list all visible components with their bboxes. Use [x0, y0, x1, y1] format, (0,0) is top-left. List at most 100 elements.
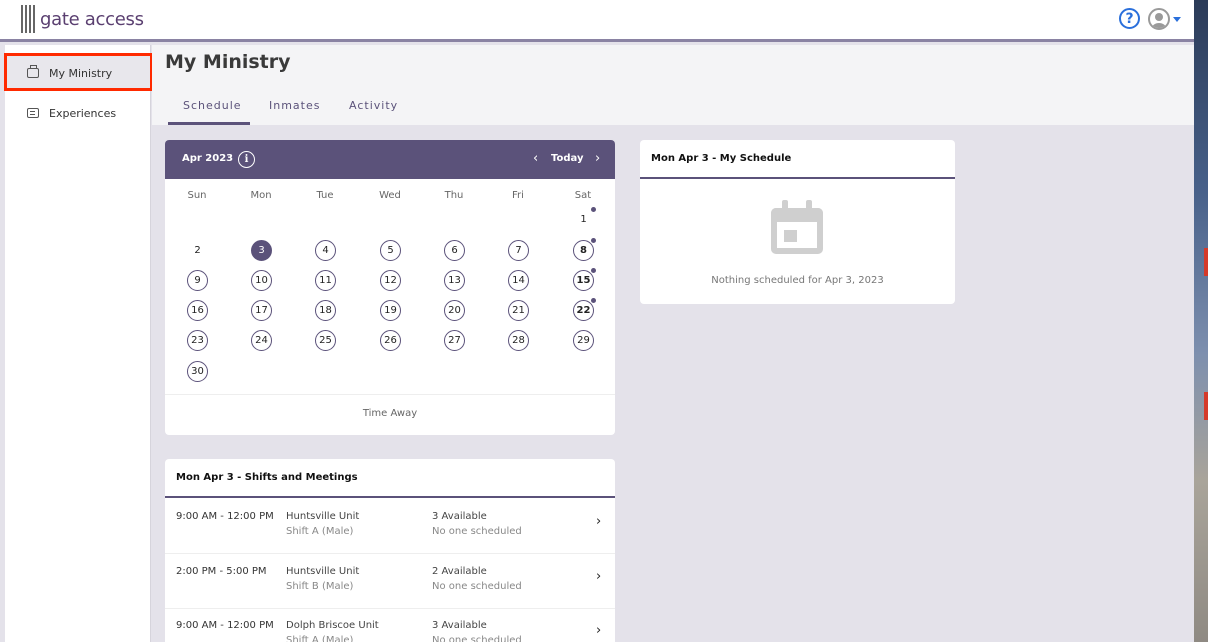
- user-avatar-icon: [1148, 8, 1170, 30]
- shift-availability: 3 Available: [432, 620, 487, 631]
- calendar-day-number: 10: [255, 275, 268, 286]
- today-button[interactable]: Today: [551, 153, 583, 164]
- calendar-day-number: 23: [191, 335, 204, 346]
- chevron-left-icon[interactable]: ‹: [533, 151, 538, 166]
- info-icon[interactable]: i: [238, 151, 255, 168]
- page-title: My Ministry: [165, 51, 291, 73]
- calendar-day-number: 25: [319, 335, 332, 346]
- calendar-day[interactable]: 12: [380, 270, 401, 291]
- calendar-day[interactable]: 6: [444, 240, 465, 261]
- shift-status: No one scheduled: [432, 580, 522, 592]
- background-fragment: [1204, 392, 1208, 420]
- calendar-day-number: 2: [194, 245, 201, 256]
- calendar-day[interactable]: 2: [187, 240, 208, 261]
- calendar-header: Apr 2023 i ‹ Today ›: [165, 140, 615, 179]
- calendar-day-number: 29: [577, 335, 590, 346]
- caret-down-icon: [1173, 16, 1181, 22]
- chevron-right-icon[interactable]: ›: [596, 514, 601, 529]
- calendar-day-number: 18: [319, 305, 332, 316]
- shift-time: 9:00 AM - 12:00 PM: [176, 511, 274, 522]
- calendar-day[interactable]: 19: [380, 300, 401, 321]
- calendar-day-number: 28: [512, 335, 525, 346]
- shift-row[interactable]: 9:00 AM - 12:00 PM Dolph Briscoe Unit Shif…: [165, 608, 615, 642]
- calendar-day[interactable]: 5: [380, 240, 401, 261]
- chevron-right-icon[interactable]: ›: [596, 623, 601, 638]
- tab-schedule[interactable]: Schedule: [183, 99, 242, 112]
- calendar-day[interactable]: 11: [315, 270, 336, 291]
- calendar-day[interactable]: 9: [187, 270, 208, 291]
- weekday-label: Thu: [444, 190, 464, 201]
- calendar-day[interactable]: 28: [508, 330, 529, 351]
- calendar-day[interactable]: 29: [573, 330, 594, 351]
- sidebar-item-my-ministry[interactable]: My Ministry: [5, 55, 151, 91]
- calendar-day[interactable]: 10: [251, 270, 272, 291]
- time-away-link[interactable]: Time Away: [165, 408, 615, 419]
- calendar-day-number: 11: [319, 275, 332, 286]
- tab-inmates[interactable]: Inmates: [269, 99, 320, 112]
- help-icon[interactable]: ?: [1119, 8, 1140, 29]
- calendar-day-number: 12: [384, 275, 397, 286]
- calendar-day-number: 15: [576, 275, 591, 286]
- tab-activity[interactable]: Activity: [349, 99, 398, 112]
- shift-availability: 2 Available: [432, 565, 487, 577]
- logo-text: gate access: [40, 8, 144, 30]
- calendar-day[interactable]: 17: [251, 300, 272, 321]
- calendar-day[interactable]: 27: [444, 330, 465, 351]
- calendar-day[interactable]: 23: [187, 330, 208, 351]
- calendar-day[interactable]: 21: [508, 300, 529, 321]
- shifts-title: Mon Apr 3 - Shifts and Meetings: [176, 472, 358, 483]
- page-header: My Ministry Schedule Inmates Activity: [152, 45, 1194, 125]
- calendar-day[interactable]: 24: [251, 330, 272, 351]
- shift-availability: 3 Available: [432, 511, 487, 522]
- shift-location: Huntsville Unit: [286, 511, 360, 522]
- chevron-right-icon[interactable]: ›: [595, 151, 600, 166]
- calendar-month-label: Apr 2023: [182, 153, 234, 164]
- calendar-day[interactable]: 13: [444, 270, 465, 291]
- shift-name: Shift B (Male): [286, 580, 354, 592]
- calendar-day-number: 6: [451, 245, 458, 256]
- calendar-day[interactable]: 4: [315, 240, 336, 261]
- calendar-day-number: 3: [258, 245, 265, 256]
- calendar-day[interactable]: 8: [573, 238, 596, 261]
- shift-row[interactable]: 2:00 PM - 5:00 PM Huntsville Unit Shift B …: [165, 554, 615, 609]
- calendar-day[interactable]: 25: [315, 330, 336, 351]
- calendar-day[interactable]: 15: [573, 268, 596, 291]
- calendar-day-number: 8: [580, 245, 587, 256]
- calendar-day-number: 20: [448, 305, 461, 316]
- card-header: Mon Apr 3 - Shifts and Meetings: [165, 459, 615, 498]
- active-tab-indicator: [168, 122, 250, 125]
- calendar-day-number: 7: [515, 245, 522, 256]
- sidebar-item-label: My Ministry: [49, 66, 113, 80]
- calendar-day[interactable]: 3: [251, 240, 272, 261]
- calendar-day[interactable]: 20: [444, 300, 465, 321]
- calendar-day-number: 14: [512, 275, 525, 286]
- weekday-label: Sun: [187, 190, 207, 201]
- shift-time: 9:00 AM - 12:00 PM: [176, 620, 274, 631]
- calendar-day[interactable]: 1: [573, 207, 596, 230]
- shift-row[interactable]: 9:00 AM - 12:00 PM Huntsville Unit Shift A…: [165, 499, 615, 554]
- shift-location: Dolph Briscoe Unit: [286, 620, 379, 631]
- user-menu[interactable]: [1148, 8, 1181, 30]
- calendar-day[interactable]: 14: [508, 270, 529, 291]
- calendar-day-number: 5: [387, 245, 394, 256]
- calendar-day-number: 1: [580, 214, 587, 225]
- event-dot: [591, 268, 596, 273]
- chevron-right-icon[interactable]: ›: [596, 569, 601, 584]
- shift-status: No one scheduled: [432, 635, 522, 642]
- calendar-day-number: 16: [191, 305, 204, 316]
- calendar-day-number: 9: [194, 275, 201, 286]
- newspaper-icon: [27, 108, 39, 118]
- logo[interactable]: gate access: [21, 5, 144, 33]
- sidebar-item-experiences[interactable]: Experiences: [5, 95, 151, 131]
- calendar-day[interactable]: 30: [187, 361, 208, 382]
- calendar-day[interactable]: 26: [380, 330, 401, 351]
- calendar-day[interactable]: 16: [187, 300, 208, 321]
- calendar-day[interactable]: 22: [573, 298, 596, 321]
- calendar-day-number: 13: [448, 275, 461, 286]
- calendar-day[interactable]: 18: [315, 300, 336, 321]
- briefcase-icon: [27, 65, 39, 78]
- weekday-label: Mon: [250, 190, 272, 201]
- shift-status: No one scheduled: [432, 526, 522, 537]
- shift-time: 2:00 PM - 5:00 PM: [176, 565, 267, 577]
- calendar-day[interactable]: 7: [508, 240, 529, 261]
